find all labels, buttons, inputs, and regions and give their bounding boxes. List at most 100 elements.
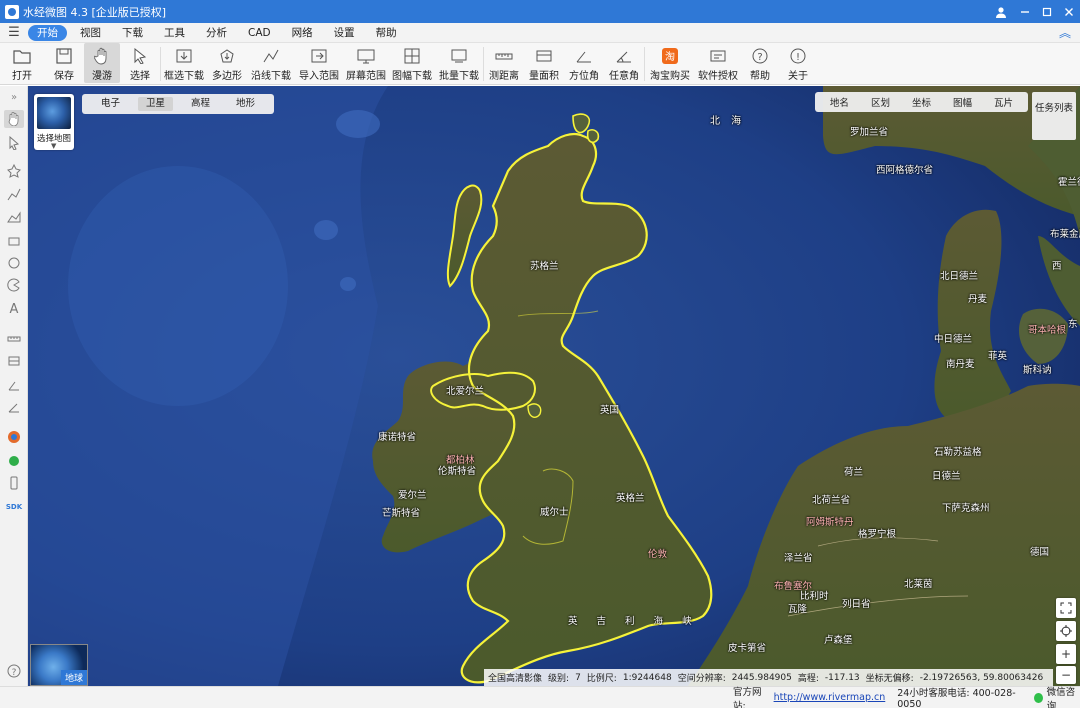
select-map-button[interactable]: 选择地图 ▼ <box>34 94 74 150</box>
overview-minimap[interactable]: 地球 <box>30 644 88 686</box>
menu-network[interactable]: 网络 <box>284 25 321 41</box>
angle-tool-icon[interactable] <box>4 398 24 416</box>
fullscreen-icon[interactable] <box>1056 598 1076 618</box>
tab-terrain[interactable]: 地形 <box>228 97 263 111</box>
expand-icon[interactable]: » <box>4 88 24 106</box>
menu-settings[interactable]: 设置 <box>326 25 363 41</box>
menu-help[interactable]: 帮助 <box>368 25 405 41</box>
task-list-button[interactable]: 任务列表 <box>1032 92 1076 140</box>
website-link[interactable]: http://www.rivermap.cn <box>774 692 886 703</box>
menu-analysis[interactable]: 分析 <box>198 25 235 41</box>
save-icon <box>55 47 73 65</box>
screen-range-button[interactable]: 屏幕范围 <box>343 43 389 83</box>
menu-start[interactable]: 开始 <box>28 24 67 41</box>
zoom-in-button[interactable]: + <box>1056 644 1076 664</box>
select-tool-icon[interactable] <box>4 134 24 152</box>
tab-satellite[interactable]: 卫星 <box>138 97 174 111</box>
zoom-out-button[interactable]: − <box>1056 666 1076 684</box>
angle-icon <box>615 47 633 65</box>
menu-tools[interactable]: 工具 <box>156 25 193 41</box>
save-button[interactable]: 保存 <box>44 43 84 83</box>
label-west-agder: 西阿格德尔省 <box>876 165 934 176</box>
pan-button[interactable]: 漫游 <box>84 43 120 83</box>
license-button[interactable]: 软件授权 <box>695 43 741 83</box>
taobao-buy-button[interactable]: 淘 淘宝购买 <box>645 43 695 83</box>
tab-vector[interactable]: 电子 <box>93 97 128 111</box>
phone-icon[interactable] <box>4 474 24 492</box>
overlay-tabs: 地名 区划 坐标 图幅 瓦片 <box>814 92 1028 112</box>
plugin-a-icon[interactable] <box>4 428 24 446</box>
locate-icon[interactable] <box>1056 621 1076 641</box>
circle-tool-icon[interactable] <box>4 254 24 272</box>
collapse-ribbon-icon[interactable]: ︽ <box>1050 24 1080 41</box>
help-circle-icon[interactable]: ? <box>4 662 24 680</box>
sector-tool-icon[interactable] <box>4 276 24 294</box>
tab-sheets[interactable]: 图幅 <box>945 95 980 109</box>
wechat-button[interactable]: 微信咨询 <box>1033 684 1080 708</box>
box-download-button[interactable]: 框选下载 <box>161 43 207 83</box>
layer-tabs: 电子 卫星 高程 地形 <box>82 94 275 114</box>
label-schleswig: 石勒苏益格 <box>934 447 982 458</box>
minimize-button[interactable] <box>1014 0 1036 23</box>
maximize-button[interactable] <box>1036 0 1058 23</box>
toolbar: 打开 保存 漫游 选择 框选下载 多边形 沿线下载 导入范围 屏幕范围 图幅下载… <box>0 43 1080 85</box>
marker-tool-icon[interactable] <box>4 162 24 180</box>
svg-text:?: ? <box>757 52 762 63</box>
rectangle-tool-icon[interactable] <box>4 232 24 250</box>
azimuth-button[interactable]: 方位角 <box>564 43 604 83</box>
website-label: 官方网站: <box>733 686 762 708</box>
help-button[interactable]: ? 帮助 <box>741 43 779 83</box>
about-button[interactable]: ! 关于 <box>779 43 817 83</box>
imagery-label: 全国高清影像 <box>488 674 543 684</box>
label-ireland: 爱尔兰 <box>398 490 427 501</box>
measure-distance-button[interactable]: 测距离 <box>484 43 524 83</box>
pan-tool-icon[interactable] <box>4 110 24 128</box>
label-scania: 斯科讷 <box>1023 365 1052 376</box>
measure-tool-icon[interactable] <box>4 330 24 348</box>
line-download-button[interactable]: 沿线下载 <box>247 43 295 83</box>
tab-tiles[interactable]: 瓦片 <box>986 95 1021 109</box>
polygon-download-button[interactable]: 多边形 <box>207 43 247 83</box>
select-button[interactable]: 选择 <box>120 43 160 83</box>
label-rogaland: 罗加兰省 <box>850 127 889 138</box>
import-range-button[interactable]: 导入范围 <box>295 43 343 83</box>
plugin-b-icon[interactable] <box>4 452 24 470</box>
cursor-icon <box>131 47 149 65</box>
tab-place-names[interactable]: 地名 <box>822 95 857 109</box>
menu-view[interactable]: 视图 <box>72 25 109 41</box>
label-scotland: 苏格兰 <box>530 261 559 272</box>
menu-cad[interactable]: CAD <box>240 25 279 41</box>
hamburger-menu-icon[interactable]: ☰ <box>0 25 28 40</box>
area-tool-icon[interactable] <box>4 208 24 226</box>
grid-icon <box>403 47 421 65</box>
earth-thumbnail-icon <box>37 97 71 129</box>
batch-download-button[interactable]: 批量下载 <box>435 43 483 83</box>
dropdown-arrow-icon: ▼ <box>51 142 57 150</box>
label-liege: 列日省 <box>842 599 871 610</box>
map-view[interactable]: 北 海 苏格兰 北爱尔兰 英国 康诺特省 都柏林 伦斯特省 爱尔兰 芒斯特省 威… <box>28 86 1080 686</box>
tab-coordinates[interactable]: 坐标 <box>904 95 939 109</box>
label-london: 伦敦 <box>648 549 668 560</box>
text-tool-icon[interactable]: A <box>4 300 24 318</box>
menu-download[interactable]: 下载 <box>114 25 151 41</box>
measure-area-button[interactable]: 量面积 <box>524 43 564 83</box>
title-bar: 水经微图 4.3 [企业版已授权] <box>0 0 1080 23</box>
user-icon[interactable] <box>988 0 1014 23</box>
menu-bar: ☰ 开始 视图 下载 工具 分析 CAD 网络 设置 帮助 ︽ <box>0 23 1080 43</box>
sdk-icon[interactable]: SDK <box>4 498 24 516</box>
angle-button[interactable]: 任意角 <box>604 43 644 83</box>
azimuth-tool-icon[interactable] <box>4 376 24 394</box>
svg-text:?: ? <box>12 668 17 678</box>
sheet-download-button[interactable]: 图幅下载 <box>389 43 435 83</box>
tab-divisions[interactable]: 区划 <box>863 95 898 109</box>
line-tool-icon[interactable] <box>4 186 24 204</box>
label-northern-ireland: 北爱尔兰 <box>446 386 485 397</box>
label-copenhagen: 哥本哈根 <box>1028 325 1067 336</box>
open-button[interactable]: 打开 <box>0 43 44 83</box>
tab-elevation[interactable]: 高程 <box>183 97 218 111</box>
area-measure-icon[interactable] <box>4 352 24 370</box>
close-button[interactable] <box>1058 0 1080 23</box>
label-netherlands: 荷兰 <box>844 467 864 478</box>
coordinate-value: -2.19726563, 59.80063426 <box>919 672 1044 683</box>
area-icon <box>535 47 553 65</box>
